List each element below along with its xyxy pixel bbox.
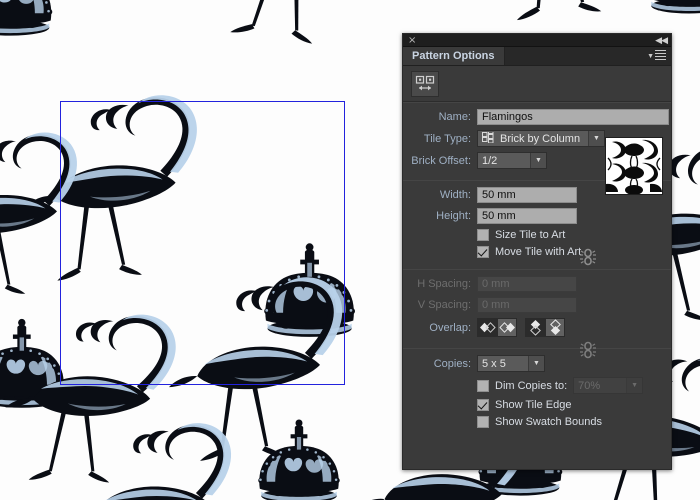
v-spacing-label: V Spacing: (417, 299, 471, 311)
copies-section: Copies: 5 x 5 ▼ Dim Copies to: 70% ▼ Sho… (403, 349, 671, 439)
tile-type-label: Tile Type: (423, 132, 471, 145)
size-tile-to-art-checkbox[interactable] (477, 229, 489, 241)
v-spacing-value: 0 mm (482, 299, 510, 311)
show-swatch-bounds-row[interactable]: Show Swatch Bounds (403, 416, 671, 428)
v-spacing-row: V Spacing: 0 mm (403, 297, 671, 313)
dim-copies-row[interactable]: Dim Copies to: 70% ▼ (403, 377, 671, 394)
panel-title: Pattern Options (412, 50, 495, 62)
copies-label: Copies: (433, 357, 471, 370)
tile-type-value: Brick by Column (500, 132, 581, 145)
copies-value: 5 x 5 (482, 357, 506, 370)
size-tile-to-art-row[interactable]: Size Tile to Art (403, 229, 671, 241)
name-input[interactable]: Flamingos (477, 109, 669, 125)
dim-copies-label: Dim Copies to: (495, 379, 568, 392)
chevron-down-icon[interactable]: ▼ (588, 131, 604, 146)
width-input[interactable]: 50 mm (477, 187, 577, 203)
height-row: Height: 50 mm (403, 208, 671, 224)
chevron-down-icon[interactable]: ▼ (528, 356, 544, 371)
overlap-horizontal-group[interactable] (477, 318, 517, 337)
panel-menu-icon[interactable]: ▼ (647, 50, 666, 62)
overlap-row: Overlap: (403, 318, 671, 337)
pattern-tile-tool-icon[interactable] (411, 71, 439, 97)
height-input[interactable]: 50 mm (477, 208, 577, 224)
name-value: Flamingos (482, 111, 533, 123)
dim-copies-select[interactable]: 70% ▼ (573, 377, 644, 394)
h-spacing-row: H Spacing: 0 mm (403, 276, 671, 292)
spacing-broken-link-icon[interactable] (577, 339, 599, 364)
brick-offset-select[interactable]: 1/2 ▼ (477, 152, 547, 169)
show-tile-edge-checkbox[interactable] (477, 399, 489, 411)
v-spacing-input[interactable]: 0 mm (477, 297, 577, 313)
show-tile-edge-label: Show Tile Edge (495, 399, 572, 411)
overlap-label: Overlap: (429, 321, 471, 334)
chevron-down-icon[interactable]: ▼ (626, 378, 643, 393)
panel-tab-strip[interactable]: Pattern Options ▼ (403, 47, 671, 66)
overlap-left-in-front-button[interactable] (477, 318, 497, 337)
close-icon[interactable]: × (408, 35, 416, 46)
height-label: Height: (436, 210, 471, 222)
copies-row: Copies: 5 x 5 ▼ (403, 355, 671, 372)
h-spacing-label: H Spacing: (417, 278, 471, 290)
overlap-right-in-front-button[interactable] (497, 318, 517, 337)
h-spacing-input[interactable]: 0 mm (477, 276, 577, 292)
brick-offset-value: 1/2 (482, 154, 498, 167)
chevron-down-icon: ▼ (647, 52, 654, 60)
width-label: Width: (439, 189, 471, 201)
dim-copies-value: 70% (578, 379, 601, 392)
overlap-top-in-front-button[interactable] (525, 318, 545, 337)
overlap-vertical-group[interactable] (525, 318, 565, 337)
pattern-swatch-thumbnail[interactable] (605, 137, 663, 195)
tab-pattern-options[interactable]: Pattern Options (403, 47, 505, 65)
show-swatch-bounds-label: Show Swatch Bounds (495, 416, 603, 428)
overlap-bottom-in-front-button[interactable] (545, 318, 565, 337)
brick-by-column-icon (482, 129, 494, 146)
show-swatch-bounds-checkbox[interactable] (477, 416, 489, 428)
tile-type-select[interactable]: Brick by Column ▼ (477, 129, 605, 147)
move-tile-with-art-label: Move Tile with Art (495, 246, 582, 258)
pattern-tile-tool-row (403, 66, 671, 102)
chevron-down-icon[interactable]: ▼ (530, 153, 546, 168)
size-tile-to-art-label: Size Tile to Art (495, 229, 566, 241)
width-value: 50 mm (482, 189, 516, 201)
h-spacing-value: 0 mm (482, 278, 510, 290)
size-broken-link-icon[interactable] (577, 246, 599, 271)
height-value: 50 mm (482, 210, 516, 222)
show-tile-edge-row[interactable]: Show Tile Edge (403, 399, 671, 411)
move-tile-with-art-checkbox[interactable] (477, 246, 489, 258)
spacing-section: H Spacing: 0 mm V Spacing: 0 mm Overlap: (403, 270, 671, 348)
name-label: Name: (438, 111, 471, 123)
dim-copies-checkbox[interactable] (477, 379, 489, 392)
panel-title-bar[interactable]: × ◀◀ (403, 34, 671, 47)
copies-select[interactable]: 5 x 5 ▼ (477, 355, 545, 372)
brick-offset-label: Brick Offset: (411, 154, 471, 167)
pattern-options-panel[interactable]: × ◀◀ Pattern Options ▼ Name: Flamingos T… (402, 33, 672, 470)
collapse-panel-icon[interactable]: ◀◀ (655, 35, 668, 46)
hamburger-icon (655, 50, 666, 62)
move-tile-with-art-row[interactable]: Move Tile with Art (403, 246, 671, 258)
name-row: Name: Flamingos (403, 109, 671, 125)
